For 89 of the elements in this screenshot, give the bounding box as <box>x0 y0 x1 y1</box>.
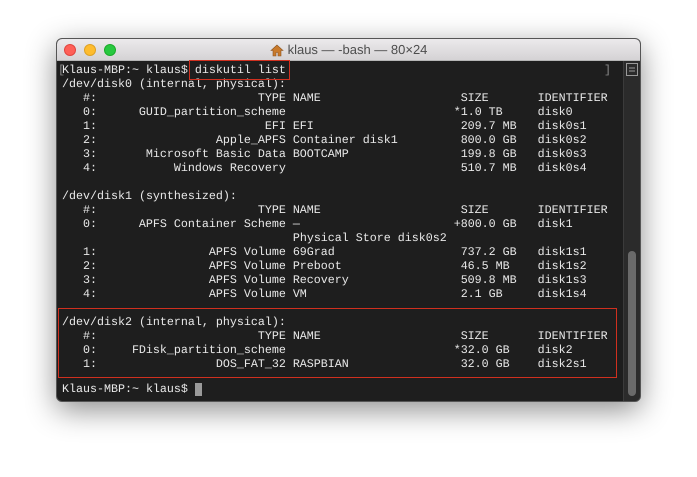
cursor-block <box>194 382 202 396</box>
column-header: IDENTIFIER <box>538 91 608 105</box>
partition-identifier: disk1s3 <box>538 273 587 287</box>
partition-identifier: disk2s1 <box>538 357 587 371</box>
column-header: TYPE <box>258 91 286 105</box>
partition-identifier: disk1s2 <box>538 259 587 273</box>
close-button[interactable] <box>64 44 76 56</box>
partition-name: VM <box>292 287 307 301</box>
partition-index: 1: <box>82 245 97 259</box>
partition-size: 509.8 MB <box>460 273 517 287</box>
disk-header: /dev/disk0 (internal, physical): <box>62 77 286 91</box>
partition-size: *1.0 TB <box>454 105 503 119</box>
partition-identifier: disk0s1 <box>538 119 587 133</box>
split-view-icon[interactable] <box>626 63 638 76</box>
partition-identifier: disk0s2 <box>538 133 587 147</box>
partition-type: Microsoft Basic Data <box>146 147 286 161</box>
partition-identifier: disk0s3 <box>538 147 587 161</box>
partition-name: BOOTCAMP <box>292 147 349 161</box>
partition-index: 2: <box>82 133 97 147</box>
partition-index: 4: <box>82 161 97 175</box>
partition-size: *32.0 GB <box>454 343 510 357</box>
partition-type: EFI <box>264 119 286 133</box>
partition-size: +800.0 GB <box>454 217 517 231</box>
partition-identifier: disk1 <box>538 217 573 231</box>
partition-index: 3: <box>82 147 97 161</box>
partition-name: — <box>292 217 300 231</box>
partition-type: Apple_APFS <box>216 133 286 147</box>
scrollbar-thumb[interactable] <box>628 251 636 396</box>
partition-size: 199.8 GB <box>460 147 517 161</box>
partition-index: 0: <box>82 217 97 231</box>
zoom-button[interactable] <box>104 44 116 56</box>
partition-type: APFS Volume <box>208 273 286 287</box>
partition-index: 0: <box>82 105 97 119</box>
prompt-text: Klaus-MBP:~ klaus$ <box>62 382 188 396</box>
partition-index: 2: <box>82 259 97 273</box>
partition-type: APFS Volume <box>208 245 286 259</box>
partition-index: 1: <box>82 119 97 133</box>
partition-name: 69Grad <box>292 245 335 259</box>
partition-size: 800.0 GB <box>460 133 517 147</box>
partition-size: 46.5 MB <box>460 259 510 273</box>
column-header: TYPE <box>258 203 286 217</box>
window-title: klaus — -bash — 80×24 <box>288 41 428 60</box>
partition-type: APFS Volume <box>208 259 286 273</box>
column-header: #: <box>82 329 97 343</box>
partition-name: Physical Store disk0s2 <box>292 231 447 245</box>
partition-type: FDisk_partition_scheme <box>132 343 286 357</box>
partition-type: DOS_FAT_32 <box>216 357 286 371</box>
partition-name: Container disk1 <box>292 133 398 147</box>
partition-size: 209.7 MB <box>460 119 517 133</box>
partition-name: RASPBIAN <box>292 357 349 371</box>
column-header: NAME <box>292 329 321 343</box>
home-icon <box>270 44 284 56</box>
partition-identifier: disk0s4 <box>538 161 587 175</box>
column-header: #: <box>82 91 97 105</box>
partition-index: 1: <box>82 357 97 371</box>
partition-type: GUID_partition_scheme <box>138 105 286 119</box>
partition-name: Recovery <box>292 273 349 287</box>
column-header: IDENTIFIER <box>538 329 608 343</box>
partition-name: EFI <box>292 119 314 133</box>
partition-index: 3: <box>82 273 97 287</box>
column-header: TYPE <box>258 329 286 343</box>
partition-index: 0: <box>82 343 97 357</box>
partition-identifier: disk2 <box>538 343 573 357</box>
command-text: diskutil list <box>188 60 290 80</box>
partition-identifier: disk1s4 <box>538 287 587 301</box>
partition-size: 2.1 GB <box>460 287 503 301</box>
partition-type: Windows Recovery <box>174 161 286 175</box>
column-header: SIZE <box>460 91 489 105</box>
column-header: #: <box>82 203 97 217</box>
partition-size: 510.7 MB <box>460 161 517 175</box>
partition-identifier: disk0 <box>538 105 573 119</box>
partition-type: APFS Volume <box>208 287 286 301</box>
partition-size: 737.2 GB <box>460 245 517 259</box>
column-header: NAME <box>292 203 321 217</box>
partition-index: 4: <box>82 287 97 301</box>
mark-bracket: [ <box>58 63 65 77</box>
column-header: NAME <box>292 91 321 105</box>
partition-name: Preboot <box>292 259 342 273</box>
disk-header: /dev/disk2 (internal, physical): <box>62 315 286 329</box>
prompt-text: Klaus-MBP:~ klaus$ <box>62 63 188 77</box>
partition-identifier: disk1s1 <box>538 245 587 259</box>
column-header: IDENTIFIER <box>538 203 608 217</box>
minimize-button[interactable] <box>84 44 96 56</box>
column-header: SIZE <box>460 203 489 217</box>
mark-bracket: ] <box>604 63 611 77</box>
partition-type: APFS Container Scheme <box>138 217 286 231</box>
column-header: SIZE <box>460 329 489 343</box>
partition-size: 32.0 GB <box>460 357 510 371</box>
disk-header: /dev/disk1 (synthesized): <box>62 189 237 203</box>
